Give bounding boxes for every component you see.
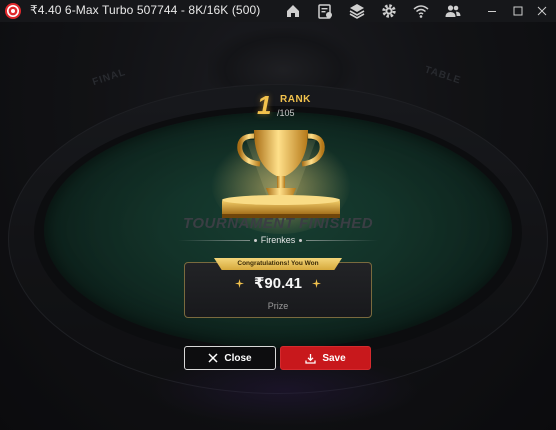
sparkle-icon <box>311 278 321 288</box>
tournament-finished-text: TOURNAMENT FINISHED <box>182 215 374 232</box>
save-button[interactable]: Save <box>280 346 371 370</box>
bullet-dot <box>253 238 257 242</box>
close-button-label: Close <box>224 352 252 364</box>
congratulations-ribbon: Congratulations! You Won <box>214 258 342 270</box>
close-button[interactable]: Close <box>184 346 276 370</box>
window-close-button[interactable] <box>530 0 554 22</box>
rank-number: 1 <box>257 90 272 120</box>
rank-total: /105 <box>277 108 295 118</box>
settings-gear-icon[interactable] <box>380 2 398 20</box>
title-bar: ₹4.40 6-Max Turbo 507744 - 8K/16K (500) <box>0 0 556 23</box>
prize-amount-row: ₹90.41 <box>184 274 372 292</box>
close-icon <box>537 6 547 16</box>
maximize-button[interactable] <box>506 0 530 22</box>
download-icon <box>305 353 316 364</box>
minimize-icon <box>488 11 496 12</box>
bullet-dot <box>299 238 303 242</box>
window-title: ₹4.40 6-Max Turbo 507744 - 8K/16K (500) <box>30 3 261 17</box>
minimize-button[interactable] <box>480 0 504 22</box>
player-name: Firenkes <box>260 235 296 245</box>
player-name-row: Firenkes <box>178 232 379 248</box>
players-icon[interactable] <box>444 2 462 20</box>
divider-left <box>178 239 250 241</box>
cashier-icon[interactable] <box>316 2 334 20</box>
divider-right <box>306 239 379 241</box>
sparkle-icon <box>235 278 244 288</box>
maximize-icon <box>513 6 523 16</box>
prize-amount: ₹90.41 <box>254 275 302 292</box>
close-x-icon <box>208 353 218 363</box>
app-logo-icon <box>5 3 21 19</box>
rank-word: RANK <box>280 94 311 105</box>
wifi-signal-icon[interactable] <box>412 2 430 20</box>
lobby-home-icon[interactable] <box>284 2 302 20</box>
save-button-label: Save <box>322 352 346 364</box>
poker-table-scene: FINAL TABLE 1 RANK /105 TOURNAMENT FINIS… <box>0 22 556 430</box>
stack-tables-icon[interactable] <box>348 2 366 20</box>
prize-label: Prize <box>267 301 289 311</box>
